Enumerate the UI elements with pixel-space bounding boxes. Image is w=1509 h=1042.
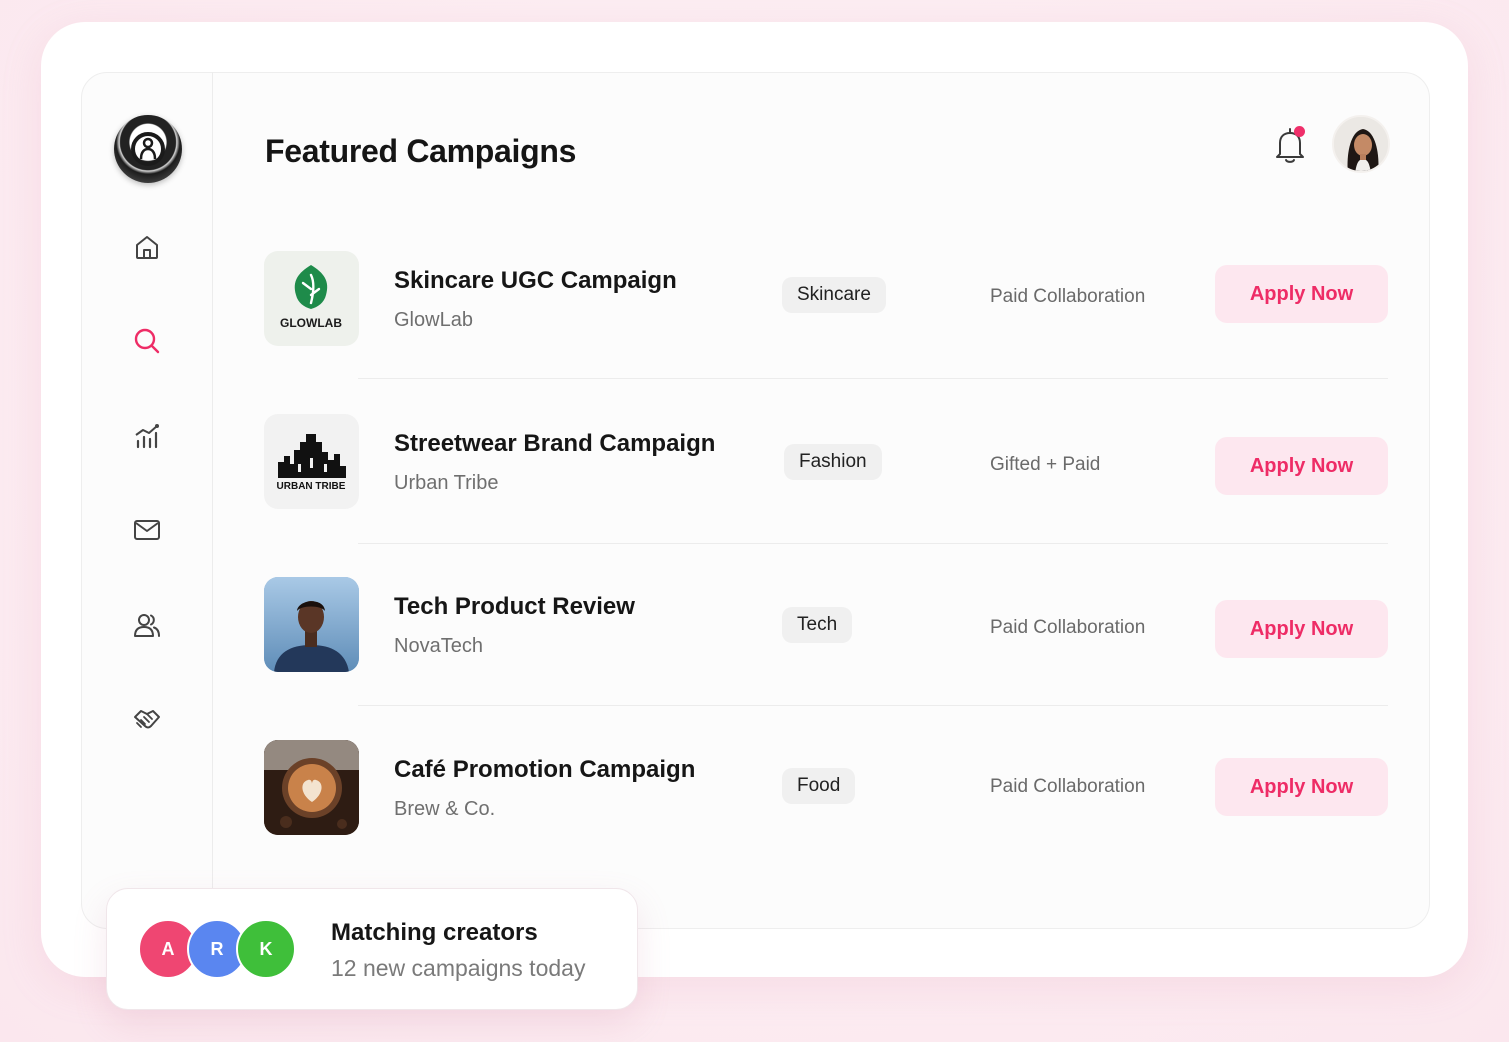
category-tag: Tech bbox=[782, 607, 853, 643]
campaign-title[interactable]: Tech Product Review bbox=[394, 593, 635, 621]
campaign-title[interactable]: Streetwear Brand Campaign bbox=[394, 430, 715, 458]
apply-now-button[interactable]: Apply Now bbox=[1215, 600, 1388, 658]
campaign-row: Café Promotion Campaign Brew & Co. Food … bbox=[264, 740, 1388, 836]
campaign-row: Tech Product Review NovaTech Tech Paid C… bbox=[264, 577, 1388, 673]
campaign-brand: Urban Tribe bbox=[394, 472, 499, 494]
collaboration-type: Gifted + Paid bbox=[990, 454, 1101, 475]
matching-creators-card[interactable]: A R K Matching creators 12 new campaigns… bbox=[106, 888, 638, 1010]
handshake-icon bbox=[134, 710, 160, 729]
home-icon bbox=[136, 236, 158, 259]
nav-search[interactable] bbox=[127, 321, 167, 361]
campaign-title[interactable]: Café Promotion Campaign bbox=[394, 756, 695, 784]
mail-icon bbox=[134, 520, 160, 540]
brand-logo-glowlab: GLOWLAB bbox=[264, 251, 359, 346]
apply-now-button[interactable]: Apply Now bbox=[1215, 265, 1388, 323]
person-photo bbox=[264, 577, 359, 672]
brand-photo-brew-co bbox=[264, 740, 359, 835]
leaf-icon: GLOWLAB bbox=[280, 265, 342, 330]
users-icon bbox=[134, 614, 160, 637]
row-divider bbox=[358, 705, 1388, 706]
campaign-brand: NovaTech bbox=[394, 635, 483, 657]
collaboration-type: Paid Collaboration bbox=[990, 286, 1146, 307]
user-avatar[interactable] bbox=[1332, 115, 1390, 173]
search-icon bbox=[134, 328, 160, 354]
campaign-title[interactable]: Skincare UGC Campaign bbox=[394, 267, 677, 295]
brand-logo-urban-tribe: URBAN TRIBE bbox=[264, 414, 359, 509]
apply-now-button[interactable]: Apply Now bbox=[1215, 437, 1388, 495]
campaign-brand: Brew & Co. bbox=[394, 798, 496, 820]
nav-messages[interactable] bbox=[127, 510, 167, 550]
brand-logo-text: GLOWLAB bbox=[280, 316, 342, 330]
collaboration-type: Paid Collaboration bbox=[990, 617, 1146, 638]
row-divider bbox=[358, 543, 1388, 544]
collaboration-type: Paid Collaboration bbox=[990, 776, 1146, 797]
category-tag: Food bbox=[782, 768, 856, 804]
category-tag: Fashion bbox=[784, 444, 882, 480]
nav-creators[interactable] bbox=[127, 605, 167, 645]
skyline-icon: URBAN TRIBE bbox=[277, 434, 346, 492]
logo-mark-icon bbox=[131, 132, 165, 166]
row-divider bbox=[358, 378, 1388, 379]
nav-collaborations[interactable] bbox=[127, 699, 167, 739]
category-tag: Skincare bbox=[782, 277, 886, 313]
nav-analytics[interactable] bbox=[127, 416, 167, 456]
creator-avatar: K bbox=[236, 919, 296, 979]
apply-now-button[interactable]: Apply Now bbox=[1215, 758, 1388, 816]
latte-photo bbox=[264, 740, 359, 835]
analytics-icon bbox=[135, 424, 159, 449]
brand-photo-novatech bbox=[264, 577, 359, 672]
nav-home[interactable] bbox=[127, 227, 167, 267]
matching-subtitle: 12 new campaigns today bbox=[331, 955, 586, 981]
app-logo[interactable] bbox=[114, 115, 182, 183]
notification-dot bbox=[1294, 126, 1305, 137]
matching-title: Matching creators bbox=[331, 919, 538, 946]
campaign-row: GLOWLAB Skincare UGC Campaign GlowLab Sk… bbox=[264, 251, 1388, 347]
page-title: Featured Campaigns bbox=[265, 133, 577, 169]
campaign-brand: GlowLab bbox=[394, 309, 473, 331]
campaign-row: URBAN TRIBE Streetwear Brand Campaign Ur… bbox=[264, 414, 1388, 510]
sidebar bbox=[81, 72, 213, 888]
brand-logo-text: URBAN TRIBE bbox=[277, 481, 346, 492]
